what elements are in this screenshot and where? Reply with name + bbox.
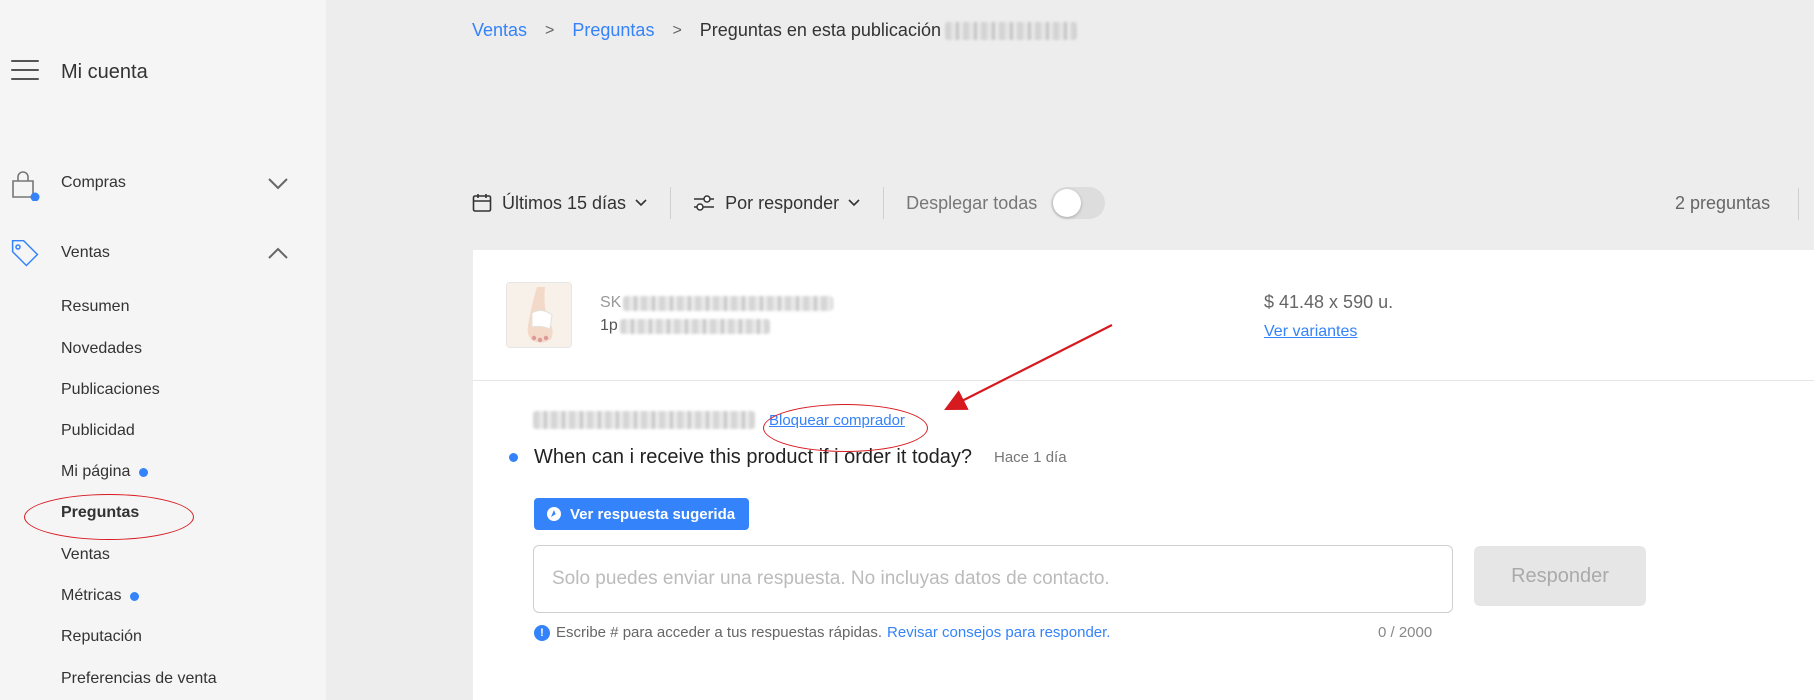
sidebar: Mi cuenta Compras Ventas Resumen Novedad…: [0, 0, 326, 700]
calendar-icon: [472, 194, 492, 212]
question-text: When can i receive this product if i ord…: [534, 446, 972, 468]
sliders-icon: [694, 195, 715, 211]
sidebar-item-label: Resumen: [61, 298, 130, 315]
chevron-down-icon[interactable]: [266, 174, 290, 192]
redacted-text: [623, 295, 834, 311]
hint-text: Escribe # para acceder a tus respuestas …: [556, 624, 883, 641]
view-variants-link[interactable]: Ver variantes: [1264, 323, 1357, 341]
sidebar-item-publicidad[interactable]: Publicidad: [61, 422, 135, 440]
breadcrumb-separator-icon: >: [545, 21, 555, 39]
redacted-text: [619, 318, 770, 334]
sidebar-item-preferencias-de-venta[interactable]: Preferencias de venta: [61, 670, 217, 688]
product-image: [507, 283, 571, 347]
sidebar-section-label: Ventas: [61, 244, 110, 261]
toggle-knob: [1053, 189, 1082, 217]
divider: [1798, 188, 1799, 220]
divider: [670, 187, 672, 219]
reply-button[interactable]: Responder: [1474, 546, 1646, 606]
sidebar-item-preguntas[interactable]: Preguntas: [61, 504, 139, 522]
breadcrumb: Ventas > Preguntas > Preguntas en esta p…: [472, 20, 1077, 41]
sparkle-icon: [547, 507, 561, 521]
chevron-up-icon[interactable]: [266, 244, 290, 262]
answer-hint: ! Escribe # para acceder a tus respuesta…: [534, 624, 1110, 641]
notification-dot: [139, 467, 149, 477]
redacted-buyer-name: [533, 411, 755, 429]
question-card: SK 1p $ 41.48 x 590 u. Ver variantes Blo…: [473, 250, 1814, 700]
product-thumbnail[interactable]: [506, 282, 572, 348]
tips-link[interactable]: Revisar consejos para responder.: [887, 624, 1110, 641]
sidebar-item-label: Mi página: [61, 463, 131, 480]
sidebar-section-label: Compras: [61, 174, 126, 191]
period-filter-label: Últimos 15 días: [502, 192, 627, 213]
question-time: Hace 1 día: [994, 449, 1067, 466]
status-filter-label: Por responder: [725, 192, 840, 213]
breadcrumb-separator-icon: >: [672, 21, 682, 39]
period-filter[interactable]: Últimos 15 días: [472, 193, 648, 214]
shopping-bag-icon: [12, 171, 40, 201]
redacted-text: [944, 21, 1077, 40]
suggested-answer-label: Ver respuesta sugerida: [570, 505, 736, 523]
sidebar-item-reputacion[interactable]: Reputación: [61, 628, 142, 646]
sidebar-item-label: Novedades: [61, 340, 142, 357]
sidebar-item-label: Preferencias de venta: [61, 670, 217, 687]
sidebar-item-mi-pagina[interactable]: Mi página: [61, 463, 149, 481]
answer-input[interactable]: [533, 545, 1453, 613]
product-sku: SK: [600, 294, 834, 312]
chevron-down-icon: [848, 199, 860, 207]
sidebar-item-ventas[interactable]: Ventas: [61, 546, 110, 564]
sidebar-item-novedades[interactable]: Novedades: [61, 340, 142, 358]
question-row: When can i receive this product if i ord…: [509, 446, 1067, 469]
sidebar-item-label: Publicaciones: [61, 381, 160, 398]
tag-icon: [11, 239, 39, 267]
divider: [883, 187, 885, 219]
question-count: 2 preguntas: [1675, 193, 1771, 213]
suggested-answer-button[interactable]: Ver respuesta sugerida: [534, 498, 750, 530]
status-filter[interactable]: Por responder: [693, 193, 861, 214]
buyer-row: Bloquear comprador: [533, 411, 905, 429]
sidebar-item-label: Publicidad: [61, 422, 135, 439]
sidebar-section-ventas[interactable]: Ventas: [0, 235, 326, 271]
sidebar-item-publicaciones[interactable]: Publicaciones: [61, 381, 160, 399]
sidebar-title: Mi cuenta: [61, 61, 148, 83]
notification-dot: [130, 591, 140, 601]
char-counter: 0 / 2000: [1378, 624, 1433, 641]
chevron-down-icon: [635, 199, 647, 207]
expand-all-toggle[interactable]: [1051, 187, 1106, 219]
breadcrumb-link-ventas[interactable]: Ventas: [472, 20, 527, 41]
sidebar-item-resumen[interactable]: Resumen: [61, 298, 129, 316]
product-price: $ 41.48 x 590 u.: [1264, 292, 1394, 312]
expand-all-label: Desplegar todas: [906, 192, 1038, 213]
breadcrumb-link-preguntas[interactable]: Preguntas: [572, 20, 654, 41]
sidebar-item-label: Ventas: [61, 546, 110, 563]
product-id: 1p: [600, 317, 770, 335]
block-buyer-link[interactable]: Bloquear comprador: [769, 412, 905, 429]
info-icon: !: [534, 624, 550, 641]
id-prefix: 1p: [600, 317, 618, 334]
menu-button[interactable]: [11, 60, 39, 80]
sidebar-item-label: Reputación: [61, 628, 142, 645]
filter-bar: Últimos 15 días Por responder Desplegar …: [472, 183, 1106, 223]
sidebar-item-metricas[interactable]: Métricas: [61, 587, 140, 605]
unread-dot: [509, 453, 518, 462]
sidebar-section-compras[interactable]: Compras: [0, 165, 326, 201]
breadcrumb-current: Preguntas en esta publicación: [699, 20, 941, 40]
sidebar-item-label: Métricas: [61, 587, 122, 604]
hamburger-icon[interactable]: [11, 60, 39, 80]
divider: [473, 380, 1814, 381]
sidebar-item-label: Preguntas: [61, 504, 140, 521]
sku-prefix: SK: [600, 294, 622, 311]
